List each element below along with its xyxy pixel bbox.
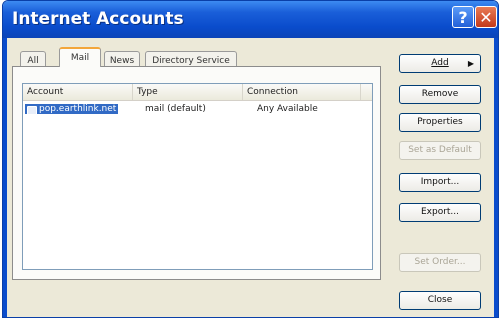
column-header-account[interactable]: Account [23,84,133,100]
properties-button-label: Properties [417,117,463,127]
export-button-label: Export... [420,207,460,217]
tab-directory-service-label: Directory Service [152,56,230,66]
help-icon: ? [458,8,468,27]
remove-button-label: Remove [421,89,459,99]
close-button[interactable]: Close [399,291,481,310]
import-button[interactable]: Import... [399,173,481,192]
account-name-selected: pop.earthlink.net [25,104,119,115]
close-window-button[interactable]: ✕ [475,6,497,28]
set-order-label: Set Order... [414,257,466,267]
window-border-right [494,38,498,317]
set-as-default-button[interactable]: Set as Default [399,141,481,160]
list-header: Account Type Connection [23,84,372,101]
list-item[interactable]: pop.earthlink.net mail (default) Any Ava… [25,102,365,116]
add-button-label: Add [431,58,449,68]
import-button-label: Import... [420,177,460,187]
export-button[interactable]: Export... [399,203,481,222]
arrow-right-icon: ▶ [467,59,474,68]
window-title: Internet Accounts [12,9,184,29]
column-header-type[interactable]: Type [133,84,243,100]
add-button[interactable]: Add ▶ [399,54,481,73]
title-bar[interactable]: Internet Accounts ? ✕ [3,1,498,38]
type-cell: mail (default) [145,104,206,114]
remove-button[interactable]: Remove [399,85,481,104]
mail-account-icon [27,106,37,115]
column-header-connection[interactable]: Connection [243,84,361,100]
tab-mail-label: Mail [70,53,90,63]
set-as-default-label: Set as Default [408,145,472,155]
accounts-list[interactable]: Account Type Connection pop.earthlink.ne… [22,83,373,270]
properties-button[interactable]: Properties [399,113,481,132]
close-button-label: Close [427,295,453,305]
set-order-button[interactable]: Set Order... [399,253,481,272]
close-icon: ✕ [479,8,493,27]
tab-mail[interactable]: Mail [59,47,101,67]
connection-cell: Any Available [257,104,318,114]
account-cell: pop.earthlink.net [25,102,119,116]
account-name: pop.earthlink.net [39,104,117,114]
tab-all-label: All [27,56,39,66]
tab-news-label: News [109,56,135,66]
window-border-left [3,38,7,317]
help-button[interactable]: ? [452,6,474,28]
